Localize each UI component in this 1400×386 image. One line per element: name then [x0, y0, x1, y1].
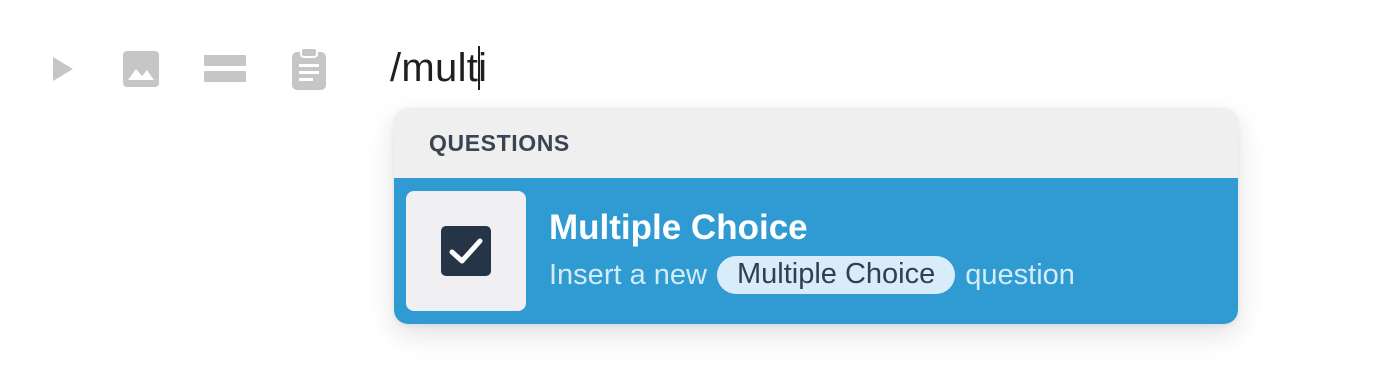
item-description: Insert a new Multiple Choice question	[549, 256, 1075, 294]
item-desc-prefix: Insert a new	[549, 258, 707, 291]
checkbox-checked-icon	[441, 226, 491, 276]
menu-section-label: QUESTIONS	[429, 129, 570, 156]
divider-icon[interactable]	[200, 44, 250, 94]
clipboard-icon[interactable]	[284, 44, 334, 94]
slash-command-menu: QUESTIONS Multiple Choice Insert a new M…	[394, 108, 1238, 324]
item-title: Multiple Choice	[549, 208, 808, 247]
text-caret	[478, 46, 481, 90]
play-icon[interactable]	[40, 44, 84, 94]
block-toolbar	[40, 44, 334, 94]
menu-item-multiple-choice[interactable]: Multiple Choice Insert a new Multiple Ch…	[394, 178, 1238, 324]
item-desc-suffix: question	[965, 258, 1075, 291]
editor-line[interactable]: /multi	[390, 40, 487, 96]
editor-canvas: /multi QUESTIONS Multiple Choice Insert …	[0, 0, 1400, 386]
item-icon-box	[406, 191, 526, 311]
item-text: Multiple Choice Insert a new Multiple Ch…	[549, 208, 1075, 294]
slash-command-text[interactable]: /multi	[390, 46, 487, 91]
item-type-badge: Multiple Choice	[716, 256, 956, 294]
image-icon[interactable]	[116, 44, 166, 94]
